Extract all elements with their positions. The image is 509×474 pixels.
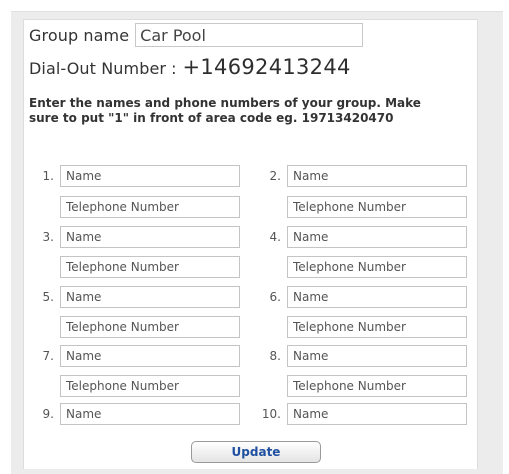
member-9-row: 9.: [29, 403, 240, 425]
update-button[interactable]: Update: [191, 441, 321, 463]
member-index: 4.: [269, 230, 281, 244]
member-index: 5.: [42, 290, 54, 304]
member-10-row: 10.: [255, 403, 467, 425]
member-9-name-input[interactable]: [60, 403, 240, 425]
member-2-name-input[interactable]: [287, 165, 467, 187]
member-1-phone-row: [29, 196, 240, 218]
member-8-phone-input[interactable]: [287, 375, 467, 397]
member-7-phone-input[interactable]: [60, 375, 240, 397]
member-index: 2.: [269, 169, 281, 183]
member-3-row: 3.: [29, 226, 240, 248]
dial-out-label: Dial-Out Number: [29, 59, 167, 78]
member-5-name-input[interactable]: [60, 286, 240, 308]
group-name-input[interactable]: [135, 23, 364, 47]
member-2-phone-input[interactable]: [287, 196, 467, 218]
member-4-row: 4.: [255, 226, 467, 248]
instructions-text: Enter the names and phone numbers of you…: [29, 96, 421, 125]
member-index: 10.: [261, 407, 281, 421]
member-index: 6.: [269, 290, 281, 304]
group-name-label: Group name: [29, 25, 130, 45]
member-6-name-input[interactable]: [287, 286, 467, 308]
member-5-phone-input[interactable]: [60, 316, 240, 338]
member-4-phone-input[interactable]: [287, 256, 467, 278]
dial-out-row: Dial-Out Number : +14692413244: [29, 55, 351, 83]
member-index: 9.: [42, 407, 54, 421]
member-2-row: 2.: [255, 165, 467, 187]
member-5-phone-row: [29, 316, 240, 338]
member-6-row: 6.: [255, 286, 467, 308]
member-index: 1.: [42, 169, 54, 183]
member-1-name-input[interactable]: [60, 165, 240, 187]
member-8-row: 8.: [255, 345, 467, 367]
group-name-row: Group name: [29, 22, 364, 48]
member-8-phone-row: [255, 375, 467, 397]
member-3-name-input[interactable]: [60, 226, 240, 248]
member-8-name-input[interactable]: [287, 345, 467, 367]
member-4-name-input[interactable]: [287, 226, 467, 248]
member-index: 3.: [42, 230, 54, 244]
member-7-phone-row: [29, 375, 240, 397]
member-2-phone-row: [255, 196, 467, 218]
member-index: 7.: [42, 349, 54, 363]
dial-out-separator: :: [171, 59, 177, 78]
member-6-phone-row: [255, 316, 467, 338]
member-6-phone-input[interactable]: [287, 316, 467, 338]
member-3-phone-input[interactable]: [60, 256, 240, 278]
member-index: 8.: [269, 349, 281, 363]
member-3-phone-row: [29, 256, 240, 278]
member-1-row: 1.: [29, 165, 240, 187]
member-4-phone-row: [255, 256, 467, 278]
member-7-row: 7.: [29, 345, 240, 367]
member-7-name-input[interactable]: [60, 345, 240, 367]
dial-out-number: +14692413244: [182, 55, 351, 79]
member-1-phone-input[interactable]: [60, 196, 240, 218]
member-10-name-input[interactable]: [287, 403, 467, 425]
member-5-row: 5.: [29, 286, 240, 308]
